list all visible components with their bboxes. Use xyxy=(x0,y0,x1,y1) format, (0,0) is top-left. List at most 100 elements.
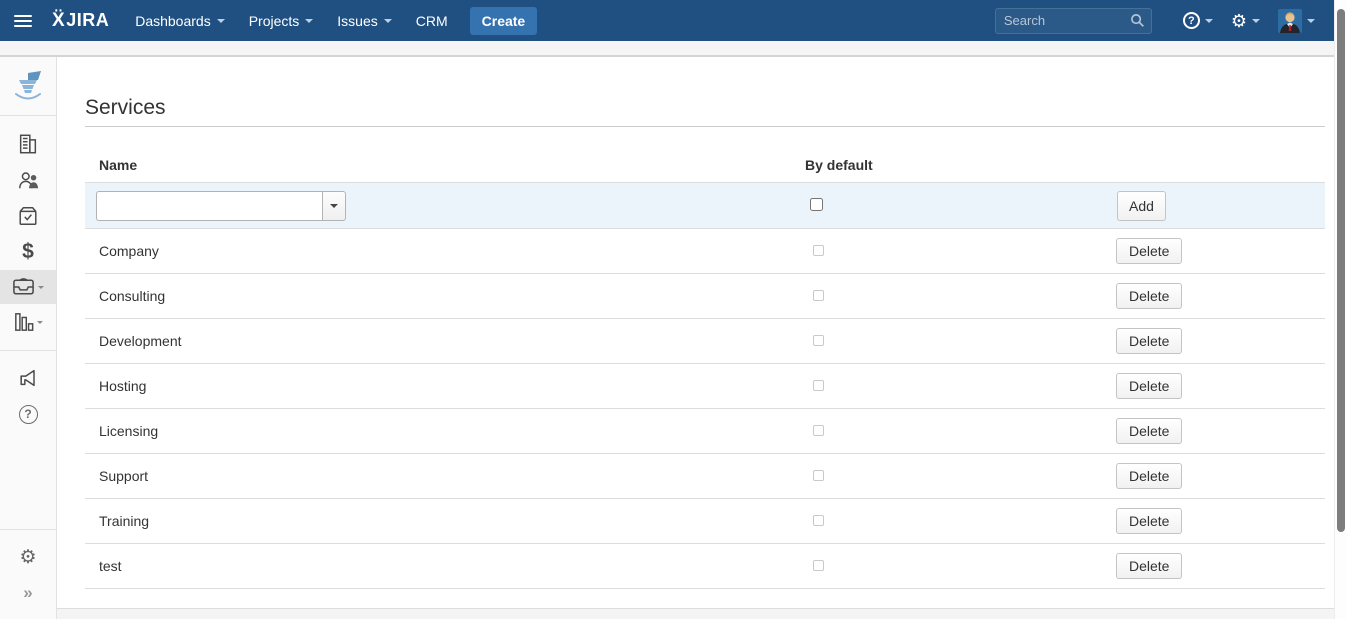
jira-logo-icon: Ẍ xyxy=(52,10,65,32)
sidebar-item-reports[interactable] xyxy=(0,304,56,340)
sidebar-item-settings[interactable]: ⚙ xyxy=(0,539,56,575)
megaphone-icon xyxy=(17,367,40,389)
add-button[interactable]: Add xyxy=(1117,191,1166,221)
chevron-down-icon xyxy=(37,321,43,324)
jira-logo-text: JIRA xyxy=(66,10,109,31)
by-default-checkbox[interactable] xyxy=(813,425,824,436)
admin-settings-menu[interactable]: ⚙ xyxy=(1222,12,1269,30)
table-row: Development Delete xyxy=(85,319,1325,364)
by-default-checkbox[interactable] xyxy=(813,515,824,526)
delete-button[interactable]: Delete xyxy=(1116,418,1182,444)
archive-drawer-icon xyxy=(12,277,35,297)
sidebar-divider xyxy=(0,529,56,530)
chevron-down-icon xyxy=(1205,19,1213,23)
building-icon xyxy=(17,133,39,155)
service-name-input[interactable] xyxy=(96,191,322,221)
chevron-down-icon xyxy=(38,286,44,289)
chevron-down-icon xyxy=(305,19,313,23)
search-box xyxy=(995,8,1152,34)
page-title: Services xyxy=(85,95,1325,120)
sidebar-item-contacts[interactable] xyxy=(0,162,56,198)
delete-button[interactable]: Delete xyxy=(1116,553,1182,579)
service-name: Consulting xyxy=(85,288,805,304)
delete-button[interactable]: Delete xyxy=(1116,373,1182,399)
nav-projects[interactable]: Projects xyxy=(237,0,326,41)
main-content: Services Name By default xyxy=(57,57,1334,619)
jira-logo[interactable]: Ẍ JIRA xyxy=(52,10,109,32)
delete-button[interactable]: Delete xyxy=(1116,328,1182,354)
help-menu[interactable]: ? xyxy=(1174,12,1222,29)
sidebar-item-help[interactable]: ? xyxy=(0,396,56,432)
nav-dashboards[interactable]: Dashboards xyxy=(123,0,237,41)
sidebar-item-products[interactable] xyxy=(0,198,56,234)
service-name: Development xyxy=(85,333,805,349)
crm-app-logo[interactable] xyxy=(0,57,56,116)
sidebar-expand[interactable]: » xyxy=(0,575,56,611)
service-name: test xyxy=(85,558,805,574)
service-name-combo xyxy=(96,191,805,221)
search-icon[interactable] xyxy=(1130,13,1145,28)
by-default-checkbox[interactable] xyxy=(813,290,824,301)
help-icon: ? xyxy=(19,405,38,424)
table-header: Name By default xyxy=(85,127,1325,183)
table-row: Company Delete xyxy=(85,229,1325,274)
by-default-checkbox[interactable] xyxy=(813,380,824,391)
table-row: Licensing Delete xyxy=(85,409,1325,454)
service-name: Support xyxy=(85,468,805,484)
sidebar-item-companies[interactable] xyxy=(0,126,56,162)
service-name: Training xyxy=(85,513,805,529)
column-header-name: Name xyxy=(85,157,805,173)
bar-chart-icon xyxy=(14,311,34,333)
delete-button[interactable]: Delete xyxy=(1116,238,1182,264)
app-window: Ẍ JIRA Dashboards Projects Issues CRM Cr… xyxy=(0,0,1334,619)
chevron-down-icon xyxy=(217,19,225,23)
crm-sidebar: $ xyxy=(0,57,57,619)
combo-dropdown-button[interactable] xyxy=(322,191,346,221)
by-default-checkbox[interactable] xyxy=(813,245,824,256)
top-navbar: Ẍ JIRA Dashboards Projects Issues CRM Cr… xyxy=(0,0,1334,41)
hamburger-icon[interactable] xyxy=(0,15,46,27)
delete-button[interactable]: Delete xyxy=(1116,463,1182,489)
vertical-scrollbar-track[interactable] xyxy=(1334,0,1346,619)
chevron-down-icon xyxy=(330,204,338,208)
sidebar-item-transactions[interactable]: $ xyxy=(0,234,56,270)
chevron-down-icon xyxy=(1307,19,1315,23)
service-name: Company xyxy=(85,243,805,259)
page-header-strip xyxy=(0,41,1334,57)
sidebar-item-announcements[interactable] xyxy=(0,360,56,396)
footer-strip xyxy=(57,608,1334,619)
by-default-checkbox[interactable] xyxy=(813,560,824,571)
user-avatar xyxy=(1278,9,1302,33)
create-button[interactable]: Create xyxy=(470,7,538,35)
table-row: test Delete xyxy=(85,544,1325,589)
chevron-down-icon xyxy=(384,19,392,23)
search-input[interactable] xyxy=(995,8,1152,34)
table-row: Training Delete xyxy=(85,499,1325,544)
services-table-body: Company Delete Consulting Delete xyxy=(85,229,1325,589)
gear-icon: ⚙ xyxy=(1231,12,1247,30)
box-check-icon xyxy=(17,205,39,227)
sidebar-divider xyxy=(0,350,56,351)
table-row: Hosting Delete xyxy=(85,364,1325,409)
expand-chevrons-icon: » xyxy=(23,583,32,603)
column-header-by-default: By default xyxy=(805,157,1115,173)
dollar-icon: $ xyxy=(22,240,34,264)
table-row: Consulting Delete xyxy=(85,274,1325,319)
delete-button[interactable]: Delete xyxy=(1116,283,1182,309)
help-icon: ? xyxy=(1183,12,1200,29)
vertical-scrollbar-thumb[interactable] xyxy=(1337,9,1345,532)
nav-issues[interactable]: Issues xyxy=(325,0,403,41)
by-default-checkbox[interactable] xyxy=(813,335,824,346)
gear-icon: ⚙ xyxy=(19,546,36,569)
browser-viewport: Ẍ JIRA Dashboards Projects Issues CRM Cr… xyxy=(0,0,1346,619)
user-profile-menu[interactable] xyxy=(1269,9,1324,33)
by-default-checkbox[interactable] xyxy=(813,470,824,481)
nav-crm[interactable]: CRM xyxy=(404,0,460,41)
people-icon xyxy=(17,169,40,191)
delete-button[interactable]: Delete xyxy=(1116,508,1182,534)
service-name: Licensing xyxy=(85,423,805,439)
chevron-down-icon xyxy=(1252,19,1260,23)
sidebar-item-deals-selected[interactable] xyxy=(0,270,56,304)
add-service-row: Add xyxy=(85,183,1325,229)
by-default-checkbox-new[interactable] xyxy=(810,198,823,211)
